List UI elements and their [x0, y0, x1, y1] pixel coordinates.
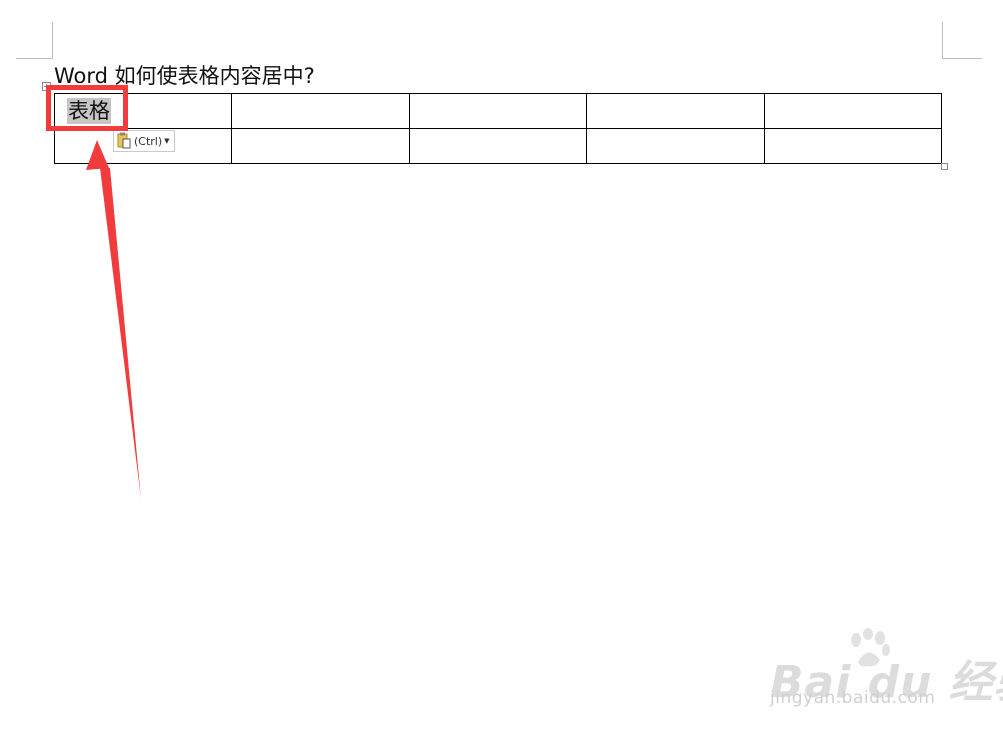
table-cell[interactable]	[408, 128, 588, 164]
crop-mark-top-right	[942, 22, 943, 58]
table-cell[interactable]	[231, 128, 410, 164]
baidu-jingyan-watermark: Bai du 经验 jingyan.baidu.com	[770, 628, 1003, 718]
table-cell[interactable]	[763, 128, 943, 164]
watermark-url: jingyan.baidu.com	[770, 688, 936, 708]
arrow-shaft	[100, 168, 141, 499]
paste-options-button[interactable]: (Ctrl) ▼	[113, 130, 175, 152]
crop-mark-top-right	[942, 58, 982, 59]
annotation-highlight-box	[46, 85, 128, 131]
table-row: 表格	[53, 93, 943, 129]
table-row	[53, 128, 943, 164]
chevron-down-icon: ▼	[164, 137, 170, 145]
document-page: Word 如何使表格内容居中? + 表格 (Ctrl) ▼ Bai du 经 j…	[0, 0, 1003, 736]
table-resize-handle[interactable]	[941, 163, 948, 170]
table-cell[interactable]	[586, 93, 765, 129]
table-cell[interactable]	[586, 128, 765, 164]
paste-options-label: (Ctrl)	[134, 134, 163, 148]
clipboard-icon	[116, 132, 132, 150]
crop-mark-top-left	[16, 58, 53, 59]
document-table[interactable]: 表格	[53, 93, 943, 164]
table-cell[interactable]	[763, 93, 943, 129]
crop-mark-top-left	[52, 22, 53, 58]
table-cell[interactable]	[231, 93, 410, 129]
table-cell[interactable]	[408, 93, 588, 129]
